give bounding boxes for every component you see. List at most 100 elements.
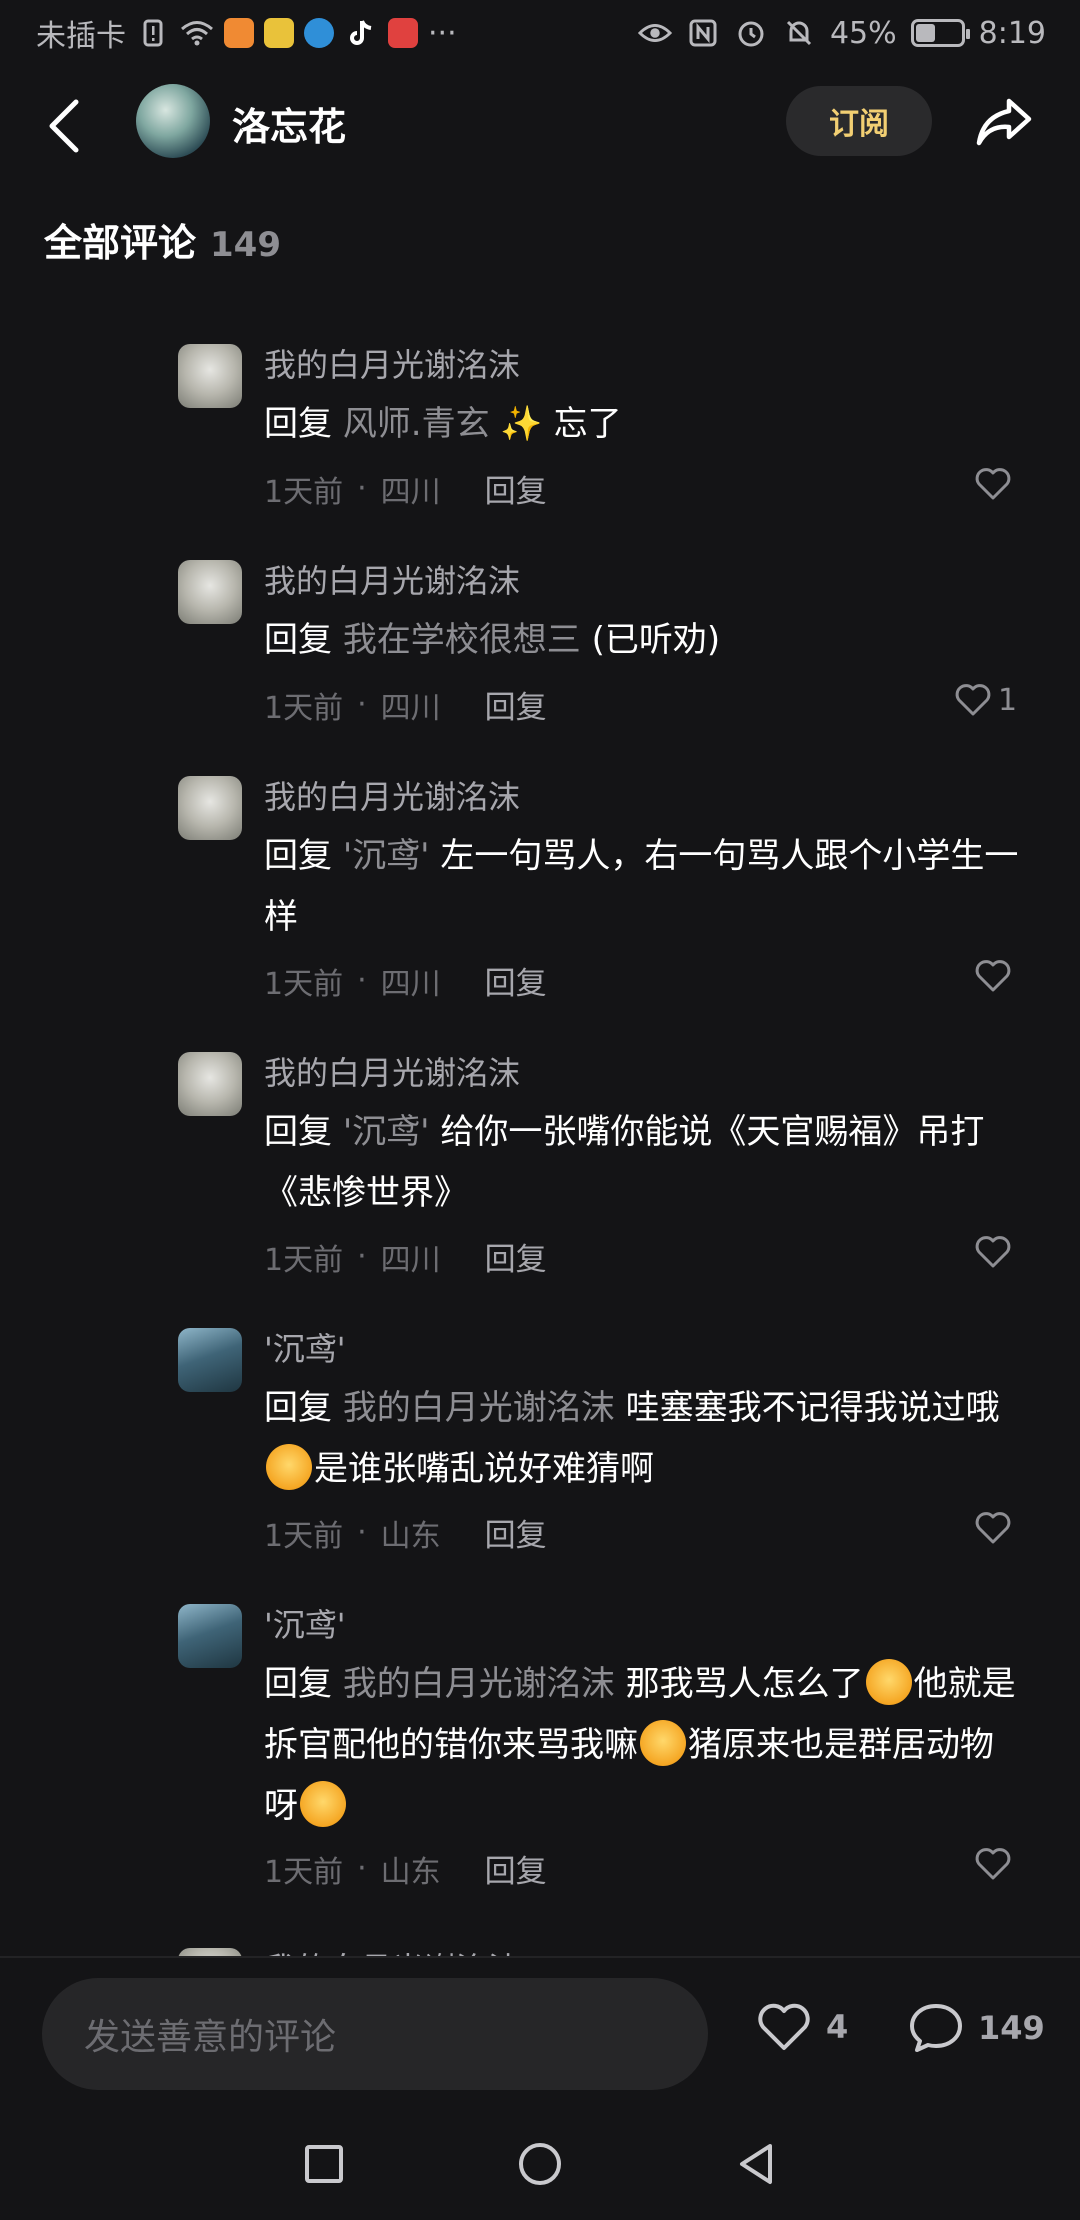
reply-button[interactable]: 回复 [485,682,547,727]
reply-target[interactable]: 我在学校很想三 [343,620,581,660]
heart-icon [975,960,1011,992]
sparkle-emoji-icon: ✨ [489,404,543,444]
comment-list[interactable]: 我的白月光谢洺沫 回复 风师.青玄 ✨ 忘了 1天前 · 四川 回复 我的白月光… [0,340,1080,1956]
sim-alert-icon [136,16,170,50]
comment-body: 那我骂人怎么了 [625,1664,864,1704]
reply-keyword: 回复 [264,404,332,444]
meta-separator: · [357,1851,367,1886]
channel-name[interactable]: 洛忘花 [232,96,346,151]
section-comment-count: 149 [210,225,281,265]
meta-separator: · [357,471,367,506]
commenter-name[interactable]: 我的白月光谢洺沫 [264,1048,520,1094]
reply-keyword: 回复 [264,1112,332,1152]
commenter-avatar[interactable] [178,344,242,408]
comment-time: 1天前 [264,690,344,726]
nfc-icon [686,16,720,50]
comment-like-button[interactable] [974,1506,1064,1550]
heart-icon [975,1236,1011,1268]
recents-button[interactable] [294,2134,354,2194]
comment-location: 山东 [380,1854,441,1890]
post-comments-button[interactable]: 149 [908,2002,1045,2054]
reply-button[interactable]: 回复 [485,1510,547,1555]
status-bar-left: 未插卡 ··· [36,11,457,55]
commenter-avatar[interactable] [178,1948,242,1956]
tiktok-notification-icon [344,16,378,50]
comment-location: 四川 [380,1242,441,1278]
comment-like-button[interactable] [974,462,1064,506]
commenter-name[interactable]: '沉鸢' [264,1600,346,1646]
heart-icon [975,468,1011,500]
comment-location: 山东 [380,1518,441,1554]
heart-icon [975,1848,1011,1880]
surprised-emoji-icon [300,1781,346,1827]
reply-target[interactable]: 我的白月光谢洺沫 [343,1388,615,1428]
app-notification-icon [224,18,254,48]
crying-emoji-icon [266,1444,312,1490]
meta-separator: · [357,687,367,722]
reply-target[interactable]: '沉鸢' [343,836,430,876]
post-like-count: 4 [826,2008,849,2046]
comment-like-button[interactable]: 1 [954,678,1044,722]
app-notification-icon [264,18,294,48]
post-like-button[interactable]: 4 [756,2002,848,2052]
commenter-avatar[interactable] [178,776,242,840]
reply-button[interactable]: 回复 [485,466,547,511]
channel-avatar[interactable] [136,84,210,158]
commenter-name[interactable]: 我的白月光谢洺沫 [264,1944,520,1956]
comment-time: 1天前 [264,966,344,1002]
commenter-name[interactable]: 我的白月光谢洺沫 [264,772,520,818]
comment-bubble-icon [910,2004,962,2052]
mute-bell-icon [782,16,816,50]
smirk-emoji-icon [865,1659,912,1705]
reply-target[interactable]: '沉鸢' [343,1112,430,1152]
share-button[interactable] [972,90,1036,154]
commenter-avatar[interactable] [178,1328,242,1392]
comment-location: 四川 [380,966,441,1002]
meta-separator: · [357,1515,367,1550]
circle-icon [519,2143,561,2185]
comment-meta: 1天前 · 四川 回复 [264,958,547,1003]
square-icon [305,2145,343,2183]
comment-like-button[interactable] [974,1230,1064,1274]
comment-text: 回复 我的白月光谢洺沫 哇塞塞我不记得我说过哦是谁张嘴乱说好难猜啊 [264,1378,1024,1500]
comment-time: 1天前 [264,1854,344,1890]
reply-button[interactable]: 回复 [485,1846,547,1891]
post-comment-count: 149 [978,2009,1045,2047]
reply-button[interactable]: 回复 [485,958,547,1003]
subscribe-button[interactable]: 订阅 [786,86,932,156]
back-button[interactable] [36,90,92,162]
home-button[interactable] [510,2134,570,2194]
meta-separator: · [357,963,367,998]
commenter-name[interactable]: 我的白月光谢洺沫 [264,340,520,386]
comment-body: 是谁张嘴乱说好难猜啊 [314,1449,654,1489]
reply-target[interactable]: 风师.青玄 [343,404,490,444]
comment-input[interactable]: 发送善意的评论 [42,1978,708,2090]
commenter-avatar[interactable] [178,560,242,624]
comment-location: 四川 [380,690,441,726]
reply-keyword: 回复 [264,1664,332,1704]
comment-like-count: 1 [998,682,1018,718]
system-back-button[interactable] [726,2134,786,2194]
wifi-icon [180,16,214,50]
eye-comfort-icon [637,16,672,50]
status-bar: 未插卡 ··· 45% 8:19 [0,0,1080,66]
heart-icon [955,684,991,716]
comment-text: 回复 '沉鸢' 给你一张嘴你能说《天官赐福》吊打《悲惨世界》 [264,1102,1024,1224]
comment-time: 1天前 [264,1242,344,1278]
comment-like-button[interactable] [974,1842,1064,1886]
reply-keyword: 回复 [264,1388,332,1428]
share-icon [976,98,1032,146]
alarm-icon [734,16,768,50]
comments-section-title: 全部评论 149 [44,212,281,267]
reply-button[interactable]: 回复 [485,1234,547,1279]
commenter-name[interactable]: '沉鸢' [264,1324,346,1370]
huawei-notification-icon [388,18,418,48]
reply-keyword: 回复 [264,836,332,876]
commenter-avatar[interactable] [178,1604,242,1668]
comment-meta: 1天前 · 四川 回复 [264,466,547,511]
reply-target[interactable]: 我的白月光谢洺沫 [343,1664,615,1704]
bottom-action-bar: 发送善意的评论 4 149 [0,1958,1080,2108]
commenter-avatar[interactable] [178,1052,242,1116]
comment-like-button[interactable] [974,954,1064,998]
commenter-name[interactable]: 我的白月光谢洺沫 [264,556,520,602]
